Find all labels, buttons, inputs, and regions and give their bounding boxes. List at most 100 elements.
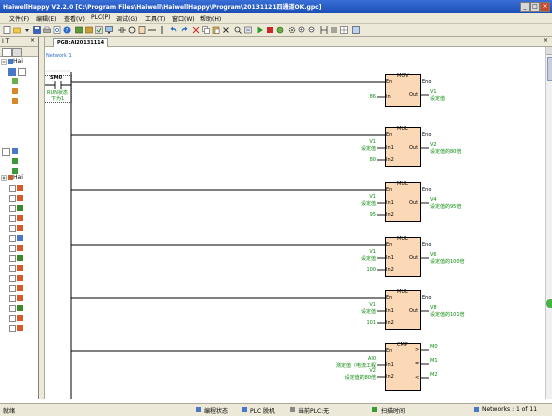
instruction-folder-icon[interactable] [17,315,23,321]
ladder-editor[interactable]: Network 1 SM0 RUN状态 下为1 MOV En Eno In 86 Out V… [45,47,545,399]
paste-icon[interactable] [212,26,220,34]
expand-icon[interactable] [9,305,16,312]
expand-icon[interactable] [18,68,26,76]
table-view-icon[interactable] [340,26,348,34]
minimize-button[interactable]: _ [520,2,530,12]
zoom-out-icon[interactable] [308,26,316,34]
instruction-folder-icon[interactable] [17,225,23,231]
instruction-folder-icon[interactable] [17,295,23,301]
open-dropdown-icon[interactable] [23,26,31,34]
vline-icon[interactable] [158,26,166,34]
tree-node-icon[interactable] [12,88,18,94]
tree-node-icon[interactable] [12,98,18,104]
function-block-icon[interactable] [138,26,146,34]
find-icon[interactable] [234,26,242,34]
instruction-folder-icon[interactable] [17,245,23,251]
expand-icon[interactable] [9,205,16,212]
contact-icon[interactable] [118,26,126,34]
menu-file[interactable]: 文件(F) [9,14,29,23]
cut-icon[interactable] [192,26,200,34]
menu-view[interactable]: 查看(V) [64,14,85,23]
stop-icon[interactable] [266,26,274,34]
expand-icon[interactable] [9,225,16,232]
menu-plc[interactable]: PLC(P) [91,14,110,21]
block-name: MUL [397,126,408,132]
menu-debug[interactable]: 调试(G) [116,14,137,23]
expand-icon[interactable] [9,275,16,282]
contact-symbol[interactable] [45,81,71,89]
document-tab-strip: PGB:AI20131114 × [45,37,552,47]
vertical-scrollbar[interactable] [545,47,552,399]
instruction-folder-icon[interactable] [17,195,23,201]
print-preview-icon[interactable] [53,26,61,34]
menu-edit[interactable]: 编辑(E) [36,14,56,23]
maximize-button[interactable]: □ [530,2,540,12]
tree-node-icon[interactable] [12,158,18,164]
window-tile-icon[interactable] [352,26,360,34]
instruction-folder-icon[interactable] [17,185,23,191]
copy-icon[interactable] [202,26,210,34]
expand-icon[interactable] [9,245,16,252]
instruction-folder-icon[interactable] [17,325,23,331]
delete-icon[interactable] [222,26,230,34]
instruction-folder-icon[interactable] [17,215,23,221]
expand-icon[interactable] [9,315,16,322]
coil-icon[interactable] [128,26,136,34]
help-icon[interactable]: ? [63,26,71,34]
open-folder-icon[interactable] [13,26,21,34]
compile-icon[interactable] [95,26,103,34]
instruction-folder-icon[interactable] [17,285,23,291]
instruction-folder-icon[interactable] [17,305,23,311]
save-icon[interactable] [33,26,41,34]
tree-node-icon[interactable] [12,148,18,154]
zoom-in-icon[interactable] [298,26,306,34]
upload-icon[interactable] [85,26,93,34]
expand-icon[interactable] [1,59,7,65]
hline-icon[interactable] [148,26,156,34]
project-tab-icon[interactable] [2,48,12,57]
expand-icon[interactable] [1,175,7,181]
expand-icon[interactable] [9,235,16,242]
input-pin: In [386,94,391,100]
ladder-view-icon[interactable] [320,26,328,34]
monitor-icon[interactable] [105,26,113,34]
tab-close-icon[interactable]: × [543,37,548,44]
float-panel-tab[interactable] [546,299,552,308]
print-icon[interactable] [43,26,51,34]
instruction-folder-icon[interactable] [17,255,23,261]
redo-icon[interactable] [180,26,188,34]
menu-tools[interactable]: 工具(T) [145,14,165,23]
instruction-folder-icon[interactable] [17,235,23,241]
expand-icon[interactable] [9,285,16,292]
close-button[interactable]: × [540,2,550,12]
expand-icon[interactable] [2,148,10,156]
list-view-icon[interactable] [330,26,338,34]
expand-icon[interactable] [9,195,16,202]
expand-icon[interactable] [9,295,16,302]
instruction-tab-icon[interactable] [12,48,22,57]
settings-icon[interactable] [288,26,296,34]
scroll-thumb[interactable] [547,57,552,81]
panel-close-icon[interactable]: × [30,37,35,44]
instruction-folder-icon[interactable] [17,265,23,271]
download-icon[interactable] [75,26,83,34]
online-icon[interactable] [276,26,284,34]
expand-icon[interactable] [9,265,16,272]
expand-icon[interactable] [9,215,16,222]
undo-icon[interactable] [170,26,178,34]
scroll-up-button[interactable] [546,47,552,55]
expand-icon[interactable] [9,255,16,262]
menu-help[interactable]: 帮助(H) [200,14,221,23]
expand-icon[interactable] [9,185,16,192]
run-icon[interactable] [256,26,264,34]
new-file-icon[interactable] [3,26,11,34]
input-pin: In1 [386,362,394,368]
tab-program[interactable]: PGB:AI20131114 [53,38,109,47]
tree-node-icon[interactable] [12,78,18,84]
replace-icon[interactable] [244,26,252,34]
expand-icon[interactable] [9,325,16,332]
instruction-folder-icon[interactable] [17,275,23,281]
menu-window[interactable]: 窗口(W) [172,14,195,23]
program-folder-icon[interactable] [8,68,16,76]
instruction-folder-icon[interactable] [17,205,23,211]
